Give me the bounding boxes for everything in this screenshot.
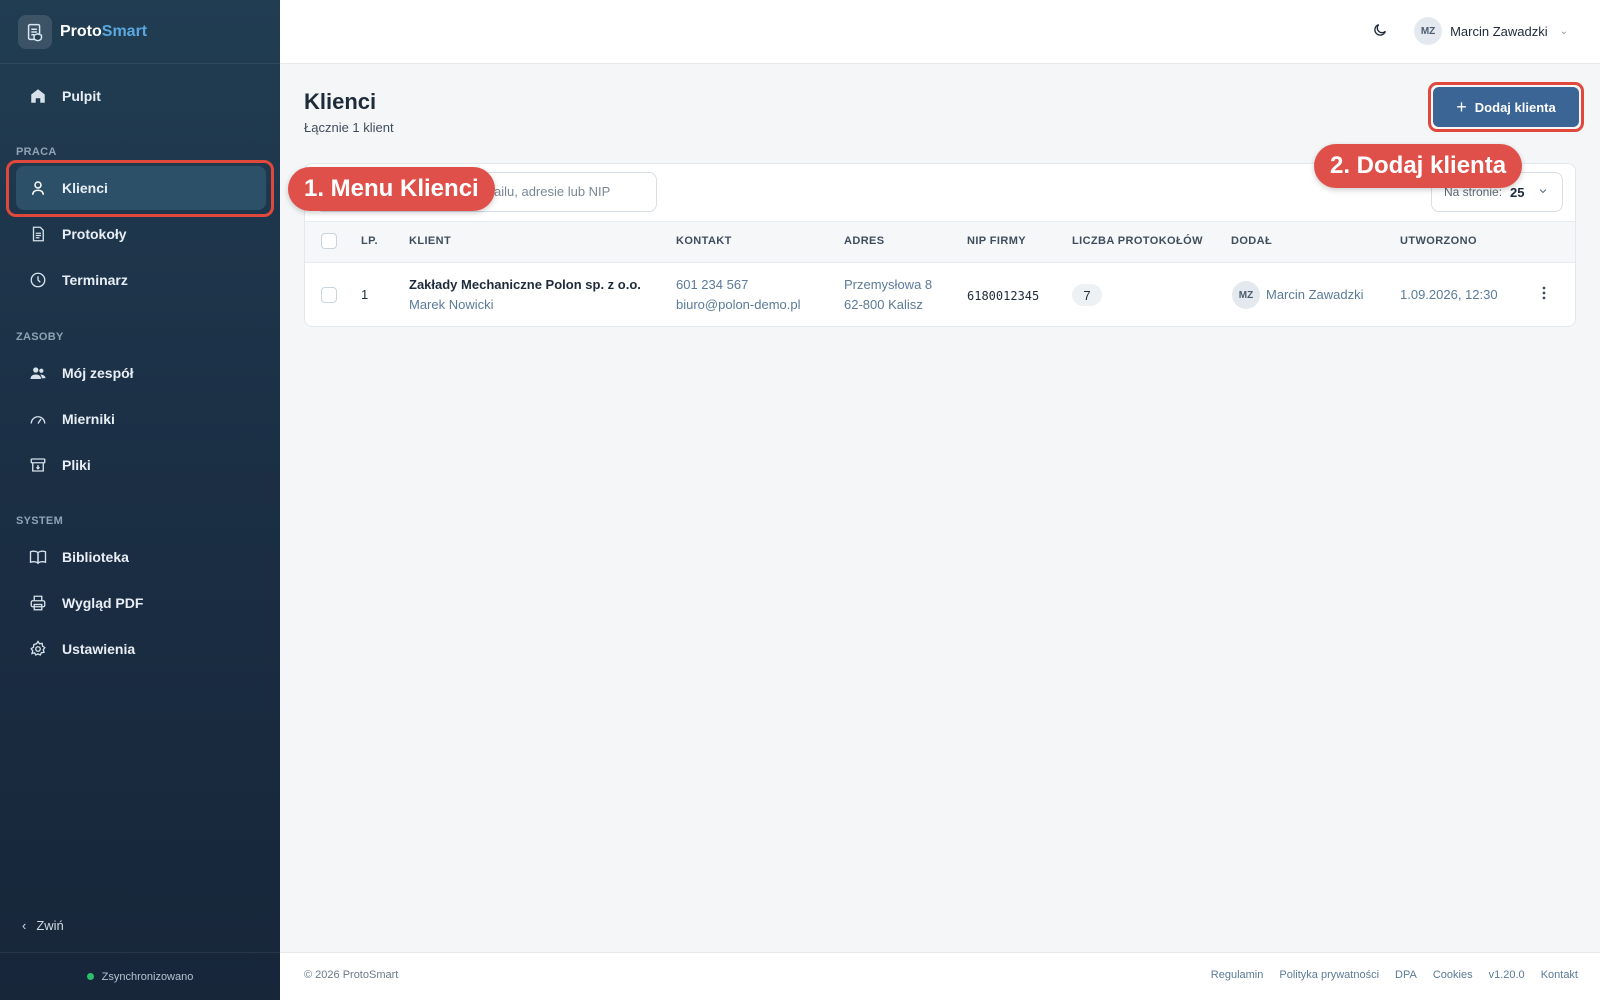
home-icon	[28, 86, 48, 106]
logo-icon	[18, 14, 52, 49]
created-date: 1.09.2026, 12:30	[1400, 287, 1498, 302]
brand[interactable]: ProtoSmart	[0, 0, 280, 64]
user-name: Marcin Zawadzki	[1450, 23, 1548, 39]
theme-toggle-button[interactable]	[1368, 20, 1392, 44]
column-header-created[interactable]: UTWORZONO	[1400, 235, 1477, 247]
client-nip: 6180012345	[967, 289, 1040, 303]
row-lp: 1	[361, 287, 369, 302]
table-header	[305, 221, 1575, 263]
team-icon	[28, 363, 48, 383]
sidebar-item-label: Biblioteka	[62, 549, 129, 565]
footer-link-dpa[interactable]: DPA	[1395, 969, 1417, 981]
footer-version[interactable]: v1.20.0	[1489, 969, 1525, 981]
chevron-down-icon	[1537, 185, 1549, 200]
add-client-button[interactable]: + Dodaj klienta	[1433, 87, 1579, 127]
printer-icon	[28, 593, 48, 613]
annotation-step1: 1. Menu Klienci	[288, 167, 495, 211]
sidebar-item-label: Ustawienia	[62, 641, 136, 657]
sidebar-item-label: Pliki	[62, 457, 91, 473]
protocol-count-badge: 7	[1072, 284, 1102, 306]
avatar: MZ	[1232, 281, 1260, 309]
topbar: MZ Marcin Zawadzki ⌄	[280, 0, 1600, 64]
footer-copyright: © 2026 ProtoSmart	[304, 969, 399, 981]
client-company[interactable]: Zakłady Mechaniczne Polon sp. z o.o.	[409, 277, 641, 292]
sidebar-item-protocols[interactable]: Protokoły	[16, 212, 266, 256]
client-city: 62-800 Kalisz	[844, 297, 923, 312]
sidebar-item-label: Pulpit	[62, 88, 101, 104]
sidebar-item-team[interactable]: Mój zespół	[16, 351, 266, 395]
column-header-nip[interactable]: NIP FIRMY	[967, 235, 1026, 247]
sidebar-item-label: Mierniki	[62, 411, 115, 427]
avatar: MZ	[1414, 17, 1443, 45]
row-checkbox[interactable]	[321, 287, 337, 303]
brand-name: ProtoSmart	[60, 22, 148, 40]
section-work-label: PRACA	[16, 146, 57, 158]
archive-icon	[28, 455, 48, 475]
select-all-checkbox[interactable]	[321, 233, 337, 249]
collapse-label: Zwiń	[36, 918, 64, 933]
gauge-icon	[28, 409, 48, 429]
page-subtitle: Łącznie 1 klient	[304, 120, 394, 135]
column-header-protocol-count[interactable]: LICZBA PROTOKOŁÓW	[1072, 235, 1203, 247]
client-street: Przemysłowa 8	[844, 277, 933, 292]
row-actions-button[interactable]	[1536, 284, 1552, 306]
gear-icon	[28, 639, 48, 659]
sidebar-item-pdf-look[interactable]: Wygląd PDF	[16, 581, 266, 625]
clock-icon	[28, 270, 48, 290]
sidebar-item-dashboard[interactable]: Pulpit	[16, 74, 266, 118]
sidebar-item-files[interactable]: Pliki	[16, 443, 266, 487]
footer-link-terms[interactable]: Regulamin	[1211, 969, 1264, 981]
sidebar-item-label: Wygląd PDF	[62, 595, 144, 611]
status-dot-icon	[86, 973, 94, 980]
page-title: Klienci	[304, 89, 377, 114]
column-header-client[interactable]: KLIENT	[409, 235, 451, 247]
sidebar: ProtoSmart Pulpit PRACA Klienci Protokoł…	[0, 0, 280, 1000]
sidebar-item-schedule[interactable]: Terminarz	[16, 258, 266, 302]
client-person: Marek Nowicki	[409, 297, 494, 312]
footer-link-cookies[interactable]: Cookies	[1433, 969, 1473, 981]
sidebar-item-label: Mój zespół	[62, 365, 134, 381]
user-menu[interactable]: MZ Marcin Zawadzki ⌄	[1414, 17, 1568, 45]
sidebar-item-settings[interactable]: Ustawienia	[16, 627, 266, 671]
sidebar-item-label: Terminarz	[62, 272, 128, 288]
sidebar-item-library[interactable]: Biblioteka	[16, 535, 266, 579]
per-page-value: 25	[1510, 184, 1525, 200]
book-icon	[28, 547, 48, 567]
client-phone[interactable]: 601 234 567	[676, 277, 748, 292]
moon-icon	[1372, 22, 1388, 43]
sidebar-item-label: Protokoły	[62, 226, 127, 242]
client-email[interactable]: biuro@polon-demo.pl	[676, 297, 801, 312]
annotation-highlight-clients	[6, 160, 274, 217]
document-icon	[28, 224, 48, 244]
chevron-left-icon: ‹	[22, 918, 27, 933]
collapse-sidebar-button[interactable]: ‹ Zwiń	[22, 918, 64, 933]
footer-link-privacy[interactable]: Polityka prywatności	[1279, 969, 1379, 981]
add-client-label: Dodaj klienta	[1474, 99, 1556, 115]
more-vertical-icon	[1542, 286, 1546, 305]
column-header-contact[interactable]: KONTAKT	[676, 235, 732, 247]
column-header-address[interactable]: ADRES	[844, 235, 885, 247]
section-resources-label: ZASOBY	[16, 331, 64, 343]
sidebar-item-meters[interactable]: Mierniki	[16, 397, 266, 441]
section-system-label: SYSTEM	[16, 515, 64, 527]
column-header-added-by[interactable]: DODAŁ	[1231, 235, 1272, 247]
column-header-lp[interactable]: LP.	[361, 235, 378, 247]
footer-link-contact[interactable]: Kontakt	[1541, 969, 1578, 981]
annotation-step2: 2. Dodaj klienta	[1314, 144, 1523, 188]
footer-links: Regulamin Polityka prywatności DPA Cooki…	[1211, 969, 1578, 981]
plus-icon: +	[1456, 97, 1467, 117]
added-by-name: Marcin Zawadzki	[1266, 287, 1364, 302]
sync-status: Zsynchronizowano	[0, 952, 280, 1000]
chevron-down-icon: ⌄	[1559, 25, 1568, 37]
sync-status-label: Zsynchronizowano	[101, 970, 194, 983]
